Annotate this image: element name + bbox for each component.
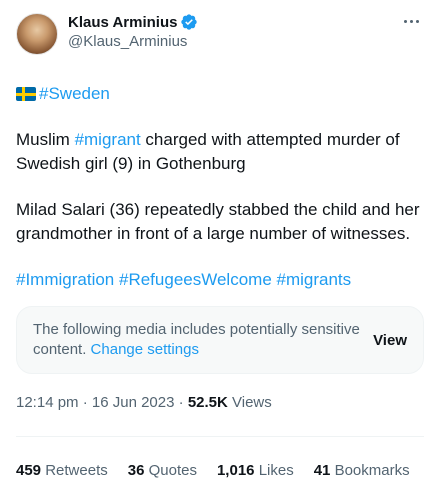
- para2-text: Milad Salari (36) repeatedly stabbed the…: [16, 200, 420, 243]
- hashtag-sweden[interactable]: #Sweden: [39, 82, 110, 106]
- stat-label: Quotes: [148, 462, 197, 479]
- stat-retweets[interactable]: 459 Retweets: [16, 462, 108, 479]
- hashtag-immigration[interactable]: #Immigration: [16, 270, 114, 289]
- divider: [16, 436, 424, 437]
- tweet-header: Klaus Arminius @Klaus_Arminius: [16, 12, 424, 60]
- hashtag-migrant[interactable]: #migrant: [75, 130, 141, 149]
- stat-count: 36: [127, 462, 145, 479]
- more-options-icon[interactable]: [400, 12, 422, 30]
- change-settings-link[interactable]: Change settings: [91, 341, 199, 358]
- name-row: Klaus Arminius: [68, 12, 198, 32]
- sensitive-media-warning: The following media includes potentially…: [16, 306, 424, 374]
- sweden-flag-icon: [16, 87, 36, 101]
- stat-count: 459: [16, 462, 42, 479]
- stat-quotes[interactable]: 36 Quotes: [128, 462, 197, 479]
- hashtag-line: #Immigration #RefugeesWelcome #migrants: [16, 268, 424, 292]
- sweden-line: #Sweden: [16, 82, 424, 106]
- tweet-date[interactable]: 16 Jun 2023: [92, 394, 175, 411]
- tweet-time[interactable]: 12:14 pm: [16, 394, 79, 411]
- tweet-paragraph-2: Milad Salari (36) repeatedly stabbed the…: [16, 198, 424, 246]
- author-identity: Klaus Arminius @Klaus_Arminius: [68, 12, 198, 50]
- meta-separator: ·: [78, 393, 92, 411]
- tweet-meta: 12:14 pm · 16 Jun 2023 · 52.5K Views: [16, 392, 424, 412]
- avatar[interactable]: [16, 13, 58, 55]
- stat-label: Bookmarks: [334, 462, 410, 479]
- stat-bookmarks[interactable]: 41 Bookmarks: [314, 462, 410, 479]
- tweet-paragraph-1: Muslim #migrant charged with attempted m…: [16, 128, 424, 176]
- meta-separator: ·: [174, 393, 188, 411]
- views-count: 52.5K: [187, 393, 228, 411]
- author-handle[interactable]: @Klaus_Arminius: [68, 33, 198, 50]
- stat-label: Retweets: [45, 462, 108, 479]
- hashtag-migrants[interactable]: #migrants: [277, 270, 352, 289]
- hashtag-refugees-welcome[interactable]: #RefugeesWelcome: [119, 270, 272, 289]
- sensitive-media-text: The following media includes potentially…: [33, 320, 361, 360]
- stat-count: 41: [313, 462, 331, 479]
- para1-prefix: Muslim: [16, 130, 75, 149]
- stat-label: Likes: [258, 462, 294, 479]
- engagement-stats: 459 Retweets 36 Quotes 1,016 Likes 41 Bo…: [16, 462, 430, 479]
- view-button[interactable]: View: [373, 332, 407, 349]
- stat-likes[interactable]: 1,016 Likes: [217, 462, 294, 479]
- tweet: Klaus Arminius @Klaus_Arminius #Sweden M…: [0, 0, 440, 500]
- views-label: Views: [232, 393, 272, 411]
- stat-count: 1,016: [216, 462, 255, 479]
- verified-badge-icon: [181, 14, 198, 30]
- display-name[interactable]: Klaus Arminius: [68, 14, 177, 31]
